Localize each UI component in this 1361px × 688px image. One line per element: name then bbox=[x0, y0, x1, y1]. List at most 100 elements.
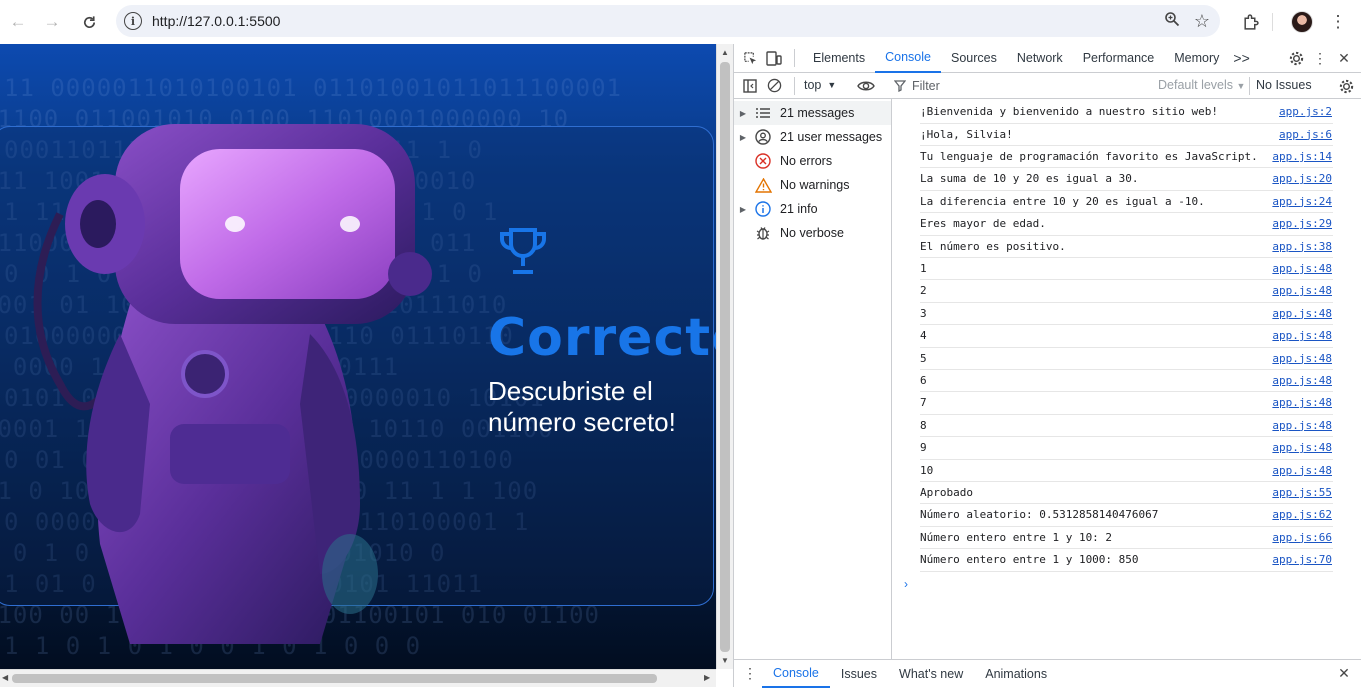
back-arrow-icon[interactable]: ← bbox=[3, 7, 33, 37]
issues-counter[interactable]: No Issues bbox=[1256, 78, 1312, 92]
console-message-row: 6 app.js:48 bbox=[920, 370, 1333, 393]
list-icon bbox=[752, 104, 774, 122]
source-link[interactable]: app.js:14 bbox=[1272, 150, 1332, 163]
sidebar-item-label: No errors bbox=[780, 154, 833, 168]
log-levels-dropdown[interactable]: Default levels ▼ bbox=[1158, 78, 1245, 92]
devtools-panel: Elements Console Sources Network Performance… bbox=[733, 44, 1361, 688]
page-vertical-scrollbar[interactable]: ▲ ▼ bbox=[716, 44, 733, 669]
console-message-row: El número es positivo. app.js:38 bbox=[920, 235, 1333, 258]
trophy-icon bbox=[500, 228, 546, 274]
sidebar-toggle-icon[interactable] bbox=[738, 73, 762, 99]
sidebar-item-bug[interactable]: No verbose bbox=[734, 221, 891, 245]
console-message-text: 8 bbox=[920, 418, 927, 432]
reload-icon[interactable] bbox=[74, 7, 104, 37]
source-link[interactable]: app.js:48 bbox=[1272, 307, 1332, 320]
devtools-menu-icon[interactable]: ⋮ bbox=[1308, 44, 1332, 73]
tab-network[interactable]: Network bbox=[1007, 44, 1073, 73]
scroll-right-arrow-icon[interactable]: ▶ bbox=[704, 673, 710, 682]
more-tabs-button[interactable]: >> bbox=[1229, 44, 1253, 73]
console-message-text: Número entero entre 1 y 10: 2 bbox=[920, 530, 1113, 544]
bookmark-star-icon[interactable]: ☆ bbox=[1194, 11, 1210, 32]
filter-input[interactable]: Filter bbox=[894, 76, 1084, 96]
browser-toolbar: ← → i http://127.0.0.1:5500 ☆ ⋮ bbox=[0, 0, 1361, 44]
scroll-thumb[interactable] bbox=[720, 62, 730, 652]
context-selector[interactable]: top ▼ bbox=[804, 78, 836, 92]
source-link[interactable]: app.js:48 bbox=[1272, 396, 1332, 409]
console-message-row: 9 app.js:48 bbox=[920, 437, 1333, 460]
url-text[interactable]: http://127.0.0.1:5500 bbox=[152, 13, 280, 29]
tab-elements[interactable]: Elements bbox=[803, 44, 875, 73]
console-prompt[interactable]: › bbox=[904, 577, 908, 591]
scroll-down-arrow-icon[interactable]: ▼ bbox=[721, 656, 729, 665]
console-message-text: 6 bbox=[920, 374, 927, 388]
tab-performance[interactable]: Performance bbox=[1073, 44, 1165, 73]
console-message-row: La suma de 10 y 20 es igual a 30. app.js:… bbox=[920, 168, 1333, 191]
extensions-icon[interactable] bbox=[1236, 8, 1264, 36]
tab-sources[interactable]: Sources bbox=[941, 44, 1007, 73]
console-message-row: 1 app.js:48 bbox=[920, 258, 1333, 281]
source-link[interactable]: app.js:2 bbox=[1279, 105, 1332, 118]
source-link[interactable]: app.js:70 bbox=[1272, 553, 1332, 566]
source-link[interactable]: app.js:48 bbox=[1272, 284, 1332, 297]
console-message-row: Eres mayor de edad. app.js:29 bbox=[920, 213, 1333, 236]
source-link[interactable]: app.js:24 bbox=[1272, 195, 1332, 208]
tab-console[interactable]: Console bbox=[875, 44, 941, 73]
drawer-menu-icon[interactable]: ⋮ bbox=[738, 660, 762, 688]
source-link[interactable]: app.js:48 bbox=[1272, 329, 1332, 342]
console-message-row: ¡Bienvenida y bienvenido a nuestro sitio… bbox=[920, 101, 1333, 124]
settings-gear-icon[interactable] bbox=[1284, 44, 1308, 73]
device-toolbar-icon[interactable] bbox=[762, 44, 786, 73]
scroll-thumb-horizontal[interactable] bbox=[12, 674, 657, 683]
source-link[interactable]: app.js:48 bbox=[1272, 374, 1332, 387]
console-message-row: Número aleatorio: 0.5312858140476067 app.… bbox=[920, 504, 1333, 527]
sidebar-item-error[interactable]: No errors bbox=[734, 149, 891, 173]
console-message-row: 7 app.js:48 bbox=[920, 392, 1333, 415]
console-message-text: 3 bbox=[920, 306, 927, 320]
close-drawer-icon[interactable]: ✕ bbox=[1332, 660, 1356, 688]
source-link[interactable]: app.js:48 bbox=[1272, 262, 1332, 275]
profile-avatar[interactable] bbox=[1288, 8, 1316, 36]
source-link[interactable]: app.js:66 bbox=[1272, 531, 1332, 544]
sidebar-item-label: No verbose bbox=[780, 226, 844, 240]
source-link[interactable]: app.js:48 bbox=[1272, 352, 1332, 365]
inspect-element-icon[interactable] bbox=[738, 44, 762, 73]
chrome-menu-icon[interactable]: ⋮ bbox=[1324, 8, 1352, 36]
scroll-up-arrow-icon[interactable]: ▲ bbox=[721, 48, 729, 57]
zoom-icon[interactable] bbox=[1164, 11, 1180, 32]
scroll-left-arrow-icon[interactable]: ◀ bbox=[2, 673, 8, 682]
context-label: top bbox=[804, 78, 822, 92]
source-link[interactable]: app.js:48 bbox=[1272, 419, 1332, 432]
expand-arrow-icon[interactable]: ▶ bbox=[734, 205, 752, 214]
close-devtools-icon[interactable]: ✕ bbox=[1332, 44, 1356, 73]
forward-arrow-icon[interactable]: → bbox=[37, 7, 67, 37]
source-link[interactable]: app.js:62 bbox=[1272, 508, 1332, 521]
source-link[interactable]: app.js:48 bbox=[1272, 464, 1332, 477]
console-message-text: 7 bbox=[920, 396, 927, 410]
live-expression-eye-icon[interactable] bbox=[854, 73, 878, 99]
clear-console-icon[interactable] bbox=[762, 73, 786, 99]
console-message-text: 5 bbox=[920, 351, 927, 365]
address-bar[interactable]: i http://127.0.0.1:5500 ☆ bbox=[116, 5, 1220, 37]
drawer-tab-console[interactable]: Console bbox=[762, 660, 830, 688]
tab-memory[interactable]: Memory bbox=[1164, 44, 1229, 73]
source-link[interactable]: app.js:6 bbox=[1279, 128, 1332, 141]
source-link[interactable]: app.js:29 bbox=[1272, 217, 1332, 230]
drawer-tab-issues[interactable]: Issues bbox=[830, 660, 888, 688]
sidebar-item-user-circle[interactable]: ▶ 21 user messages bbox=[734, 125, 891, 149]
drawer-tab-animations[interactable]: Animations bbox=[974, 660, 1058, 688]
source-link[interactable]: app.js:38 bbox=[1272, 240, 1332, 253]
sidebar-item-info[interactable]: ▶ 21 info bbox=[734, 197, 891, 221]
expand-arrow-icon[interactable]: ▶ bbox=[734, 109, 752, 118]
source-link[interactable]: app.js:20 bbox=[1272, 172, 1332, 185]
expand-arrow-icon[interactable]: ▶ bbox=[734, 133, 752, 142]
console-settings-gear-icon[interactable] bbox=[1334, 73, 1358, 99]
warning-icon bbox=[752, 176, 774, 194]
sidebar-item-warning[interactable]: No warnings bbox=[734, 173, 891, 197]
page-horizontal-scrollbar[interactable]: ◀ ▶ bbox=[0, 669, 716, 687]
site-info-icon[interactable]: i bbox=[124, 12, 142, 30]
source-link[interactable]: app.js:48 bbox=[1272, 441, 1332, 454]
drawer-tab-what-s-new[interactable]: What's new bbox=[888, 660, 974, 688]
sidebar-item-list[interactable]: ▶ 21 messages bbox=[734, 101, 891, 125]
sidebar-item-label: 21 info bbox=[780, 202, 818, 216]
source-link[interactable]: app.js:55 bbox=[1272, 486, 1332, 499]
